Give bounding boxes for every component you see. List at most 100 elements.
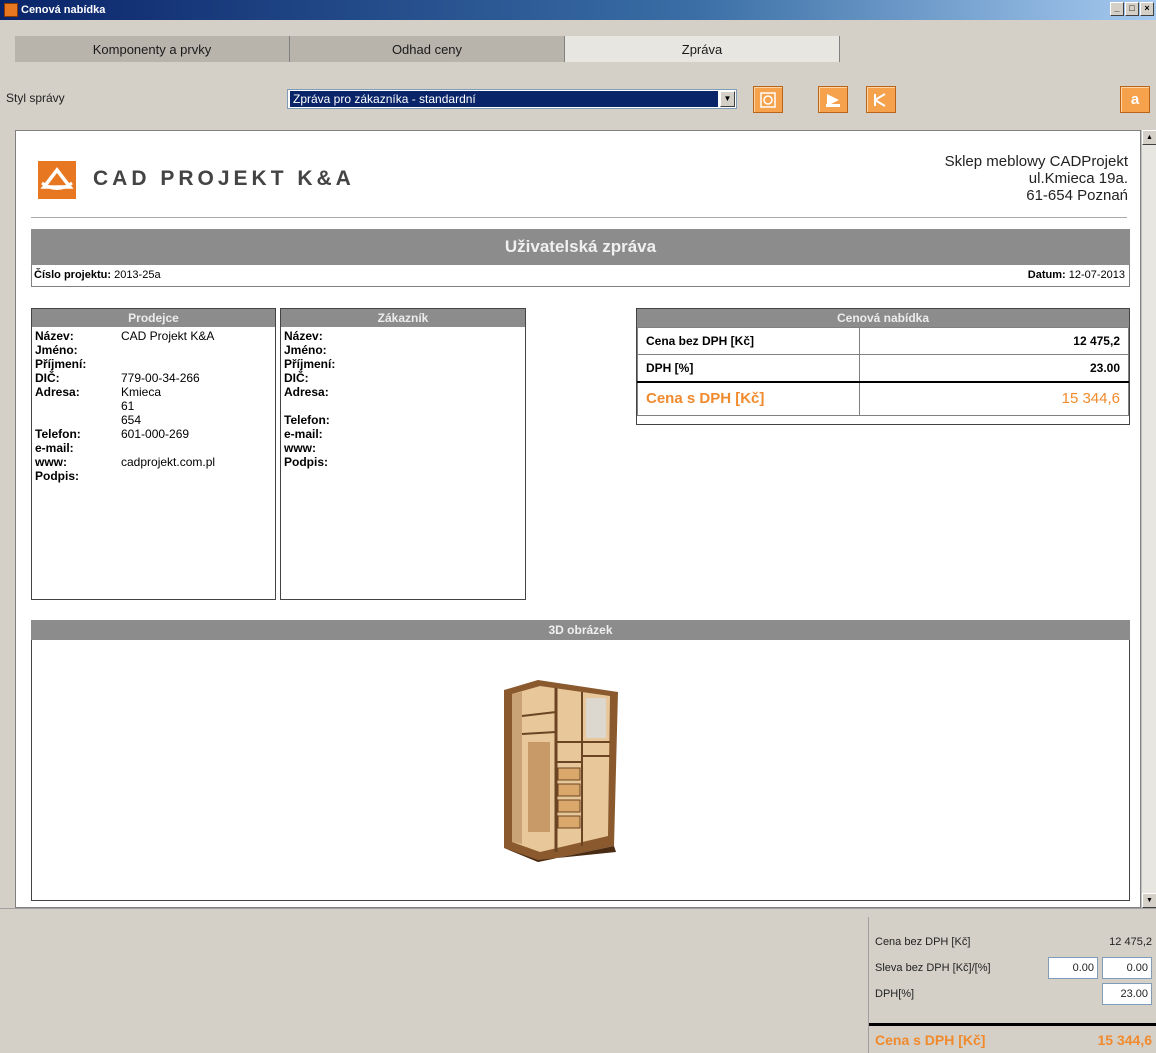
report-style-value: Zpráva pro zákazníka - standardní	[290, 91, 718, 107]
discount-percent-input[interactable]: 0.00	[1102, 957, 1152, 979]
project-number-label: Číslo projektu:	[34, 269, 112, 281]
seller-field-row: www: cadprojekt.com.pl	[35, 455, 275, 469]
window-title: Cenová nabídka	[21, 4, 106, 16]
summary-vat-row: DPH[%] 23.00	[875, 983, 1152, 1005]
net-price-label: Cena bez DPH [Kč]	[637, 327, 860, 355]
tab-components[interactable]: Komponenty a prvky	[15, 36, 290, 62]
logo-icon	[40, 167, 74, 190]
summary-gross-value: 15 344,6	[1097, 1032, 1153, 1048]
header-divider	[31, 217, 1127, 218]
price-offer-header: Cenová nabídka	[637, 309, 1129, 327]
customer-field-label: Jméno:	[284, 343, 327, 357]
refresh-icon	[760, 91, 776, 108]
net-price-value: 12 475,2	[859, 327, 1129, 355]
seller-field-value: cadprojekt.com.pl	[121, 455, 216, 469]
scroll-down-icon[interactable]: ▼	[1142, 893, 1156, 908]
customer-field-label: Podpis:	[284, 455, 328, 469]
seller-field-label: e-mail:	[35, 441, 74, 455]
project-info-line: Číslo projektu: 2013-25a Datum: 12-07-20…	[31, 265, 1130, 287]
seller-box: Prodejce Název: CAD Projekt K&A Jméno: Příj…	[31, 308, 276, 600]
customer-header: Zákazník	[281, 309, 525, 327]
refresh-button[interactable]	[753, 86, 783, 113]
customer-box: Zákazník Název: Jméno: Příjmení: DIČ: Adresa…	[280, 308, 526, 600]
close-icon[interactable]: ×	[1140, 2, 1154, 16]
summary-discount-label: Sleva bez DPH [Kč]/[%]	[875, 962, 991, 974]
seller-field-row: DIČ: 779-00-34-266	[35, 371, 275, 385]
window-controls: _ □ ×	[1110, 2, 1154, 16]
report-scrollbar[interactable]: ▲ ▼	[1141, 130, 1156, 908]
seller-field-label: Adresa:	[35, 385, 80, 399]
date-value: 12-07-2013	[1068, 269, 1125, 281]
price-offer-box: Cenová nabídka Cena bez DPH [Kč] 12 475,…	[636, 308, 1130, 425]
seller-field-row: Příjmení:	[35, 357, 275, 371]
seller-field-label: Podpis:	[35, 469, 79, 483]
customer-field-row: Adresa:	[284, 385, 525, 413]
seller-field-value: Kmieca 61 654	[121, 385, 162, 427]
export-word-button[interactable]	[866, 86, 896, 113]
customer-field-row: Podpis:	[284, 455, 525, 469]
image-header: 3D obrázek	[31, 620, 1130, 640]
customer-fields: Název: Jméno: Příjmení: DIČ: Adresa: Telefon…	[281, 327, 525, 469]
seller-field-row: Podpis:	[35, 469, 275, 483]
summary-net-label: Cena bez DPH [Kč]	[875, 936, 971, 948]
maximize-icon[interactable]: □	[1125, 2, 1139, 16]
customer-field-label: www:	[284, 441, 316, 455]
seller-field-label: DIČ:	[35, 371, 60, 385]
seller-header: Prodejce	[32, 309, 275, 327]
summary-gross-row: Cena s DPH [Kč] 15 344,6	[875, 1029, 1152, 1051]
customer-field-label: Příjmení:	[284, 357, 336, 371]
gross-price-value: 15 344,6	[859, 380, 1129, 416]
gross-price-label: Cena s DPH [Kč]	[637, 380, 860, 416]
price-summary: Cena bez DPH [Kč] 12 475,2 Sleva bez DPH…	[868, 917, 1156, 1053]
seller-field-label: Jméno:	[35, 343, 78, 357]
chevron-down-icon[interactable]: ▼	[720, 91, 735, 107]
table-row: Cena bez DPH [Kč] 12 475,2	[637, 327, 1129, 355]
discount-czk-input[interactable]: 0.00	[1048, 957, 1098, 979]
seller-field-row: Jméno:	[35, 343, 275, 357]
seller-field-row: Název: CAD Projekt K&A	[35, 329, 275, 343]
seller-field-label: Název:	[35, 329, 74, 343]
seller-fields: Název: CAD Projekt K&A Jméno: Příjmení: DIČ:…	[32, 327, 275, 483]
customer-field-label: Název:	[284, 329, 323, 343]
vat-input[interactable]: 23.00	[1102, 983, 1152, 1005]
about-button[interactable]: a	[1120, 86, 1150, 113]
tab-report[interactable]: Zpráva	[565, 36, 840, 62]
customer-field-label: DIČ:	[284, 371, 309, 385]
customer-field-row: e-mail:	[284, 427, 525, 441]
report-title: Uživatelská zpráva	[31, 229, 1130, 265]
vat-label: DPH [%]	[637, 354, 860, 382]
shop-city: 61-654 Poznań	[1026, 187, 1128, 204]
seller-field-label: www:	[35, 455, 67, 469]
summary-discount-row: Sleva bez DPH [Kč]/[%] 0.00 0.00	[875, 957, 1152, 979]
summary-net-row: Cena bez DPH [Kč] 12 475,2	[875, 931, 1152, 953]
report-style-label: Styl správy	[6, 91, 65, 105]
customer-field-row: DIČ:	[284, 371, 525, 385]
tab-price-estimate[interactable]: Odhad ceny	[290, 36, 565, 62]
logo-text: CAD PROJEKT K&A	[93, 167, 355, 190]
summary-gross-label: Cena s DPH [Kč]	[875, 1032, 986, 1048]
seller-field-row: e-mail:	[35, 441, 275, 455]
report-style-select[interactable]: Zpráva pro zákazníka - standardní ▼	[287, 89, 737, 109]
scroll-up-icon[interactable]: ▲	[1142, 130, 1156, 145]
tab-bar: Komponenty a prvky Odhad ceny Zpráva	[15, 36, 1156, 62]
summary-net-value: 12 475,2	[1109, 936, 1152, 948]
title-bar: Cenová nabídka _ □ ×	[0, 0, 1156, 20]
company-logo	[38, 161, 76, 199]
seller-field-value: 601-000-269	[121, 427, 190, 441]
shop-street: ul.Kmieca 19a.	[1028, 170, 1128, 187]
customer-field-row: www:	[284, 441, 525, 455]
customer-field-label: e-mail:	[284, 427, 323, 441]
customer-field-row: Jméno:	[284, 343, 525, 357]
seller-field-value: CAD Projekt K&A	[121, 329, 215, 343]
seller-field-label: Příjmení:	[35, 357, 87, 371]
report-preview[interactable]: CAD PROJEKT K&A Sklep meblowy CADProjekt…	[15, 130, 1141, 908]
seller-field-value: 779-00-34-266	[121, 371, 200, 385]
vat-value: 23.00	[859, 354, 1129, 382]
minimize-icon[interactable]: _	[1110, 2, 1124, 16]
export-pdf-icon	[826, 93, 840, 107]
seller-field-row: Adresa: Kmieca 61 654	[35, 385, 275, 427]
export-pdf-button[interactable]	[818, 86, 848, 113]
project-number-value: 2013-25a	[114, 269, 161, 281]
summary-divider	[869, 1023, 1156, 1026]
date-label: Datum:	[1027, 269, 1066, 281]
